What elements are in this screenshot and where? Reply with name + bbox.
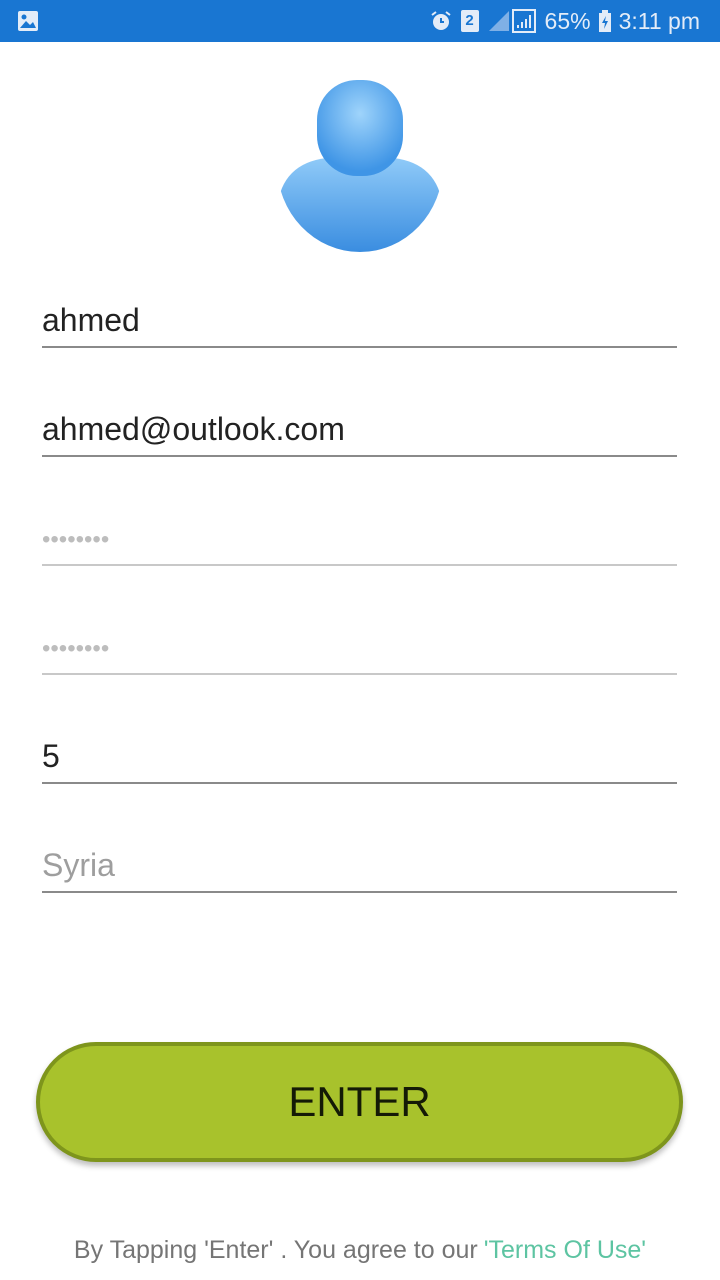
user-avatar-icon[interactable] (277, 78, 443, 252)
country-input[interactable]: Syria (42, 843, 677, 893)
alarm-icon (430, 11, 451, 30)
battery-charging-icon (598, 10, 611, 32)
image-icon (18, 11, 38, 31)
email-input[interactable]: ahmed@outlook.com (42, 407, 677, 457)
number-input[interactable]: 5 (42, 734, 677, 784)
terms-footer: By Tapping 'Enter' . You agree to our 'Te… (0, 1236, 720, 1265)
enter-button[interactable]: ENTER (36, 1042, 683, 1162)
status-bar: 2 65% 3:11 pm (0, 0, 720, 42)
clock: 3:11 pm (618, 7, 700, 34)
password-input[interactable]: •••••••• (42, 516, 677, 566)
name-input[interactable]: ahmed (42, 298, 677, 348)
sim-icon: 2 (460, 10, 479, 32)
battery-percent: 65% (544, 7, 591, 34)
terms-text: By Tapping 'Enter' . You agree to our (73, 1236, 478, 1264)
enter-button-label: ENTER (288, 1078, 431, 1125)
signal-icon (488, 9, 536, 33)
confirm-password-input[interactable]: •••••••• (42, 625, 677, 675)
terms-of-use-link[interactable]: 'Terms Of Use' (484, 1236, 646, 1264)
